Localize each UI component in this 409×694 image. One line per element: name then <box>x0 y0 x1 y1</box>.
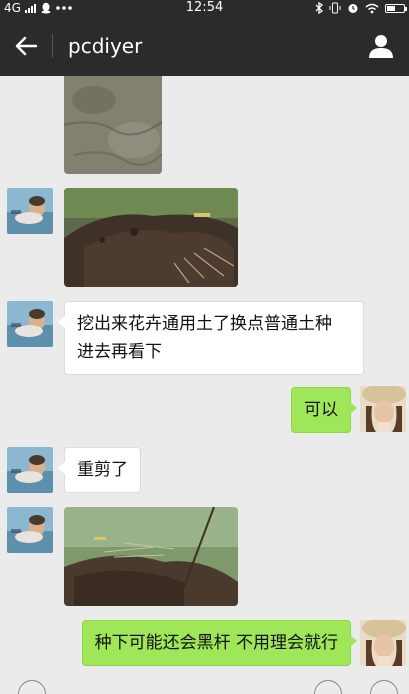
wifi-icon <box>365 3 379 13</box>
contact-avatar[interactable] <box>7 507 53 553</box>
profile-button[interactable] <box>363 28 399 64</box>
plant-photo <box>64 507 238 606</box>
contact-avatar[interactable] <box>7 301 53 347</box>
message-line: 挖出来花卉通用土了换点普通土种 <box>77 314 332 334</box>
back-button[interactable] <box>8 29 44 63</box>
chat-header: pcdiyer <box>0 16 409 76</box>
image-message-roots[interactable] <box>64 188 238 287</box>
text-message-sent[interactable]: 可以 <box>291 387 357 433</box>
avatar-image <box>360 386 406 432</box>
status-bar: 4G 12:54 <box>0 0 409 16</box>
contact-avatar[interactable] <box>7 447 53 493</box>
avatar-image <box>360 620 406 666</box>
message-line: 进去再看下 <box>77 342 162 362</box>
text-message-received[interactable]: 挖出来花卉通用土了换点普通土种 进去再看下 <box>58 301 364 375</box>
my-avatar[interactable] <box>360 620 406 666</box>
back-arrow-icon <box>15 36 37 56</box>
avatar-image <box>7 507 53 553</box>
voice-toggle-icon[interactable] <box>18 680 46 694</box>
avatar-image <box>7 301 53 347</box>
plus-icon[interactable] <box>370 680 398 694</box>
avatar-image <box>7 188 53 234</box>
my-avatar[interactable] <box>360 386 406 432</box>
bluetooth-icon <box>315 2 323 14</box>
text-message-sent[interactable]: 种下可能还会黑杆 不用理会就行 <box>81 620 358 666</box>
message-text: 可以 <box>304 400 338 420</box>
person-icon <box>369 35 393 58</box>
battery-icon <box>385 3 407 13</box>
image-message-soil[interactable] <box>64 76 162 174</box>
message-list[interactable]: 挖出来花卉通用土了换点普通土种 进去再看下 可以 重剪了 种下可能还会黑杆 不用… <box>0 76 409 694</box>
emoji-icon[interactable] <box>314 680 342 694</box>
soil-photo <box>64 76 162 174</box>
message-text: 重剪了 <box>77 460 128 480</box>
alarm-icon <box>348 4 358 13</box>
chat-title: pcdiyer <box>68 34 143 58</box>
avatar-image <box>7 447 53 493</box>
image-message-plant[interactable] <box>64 507 238 606</box>
roots-photo <box>64 188 238 287</box>
status-right <box>315 0 407 16</box>
vibrate-icon <box>329 2 341 14</box>
header-divider <box>52 34 53 58</box>
contact-avatar[interactable] <box>7 188 53 234</box>
text-message-received[interactable]: 重剪了 <box>58 447 141 493</box>
message-text: 种下可能还会黑杆 不用理会就行 <box>94 633 338 653</box>
